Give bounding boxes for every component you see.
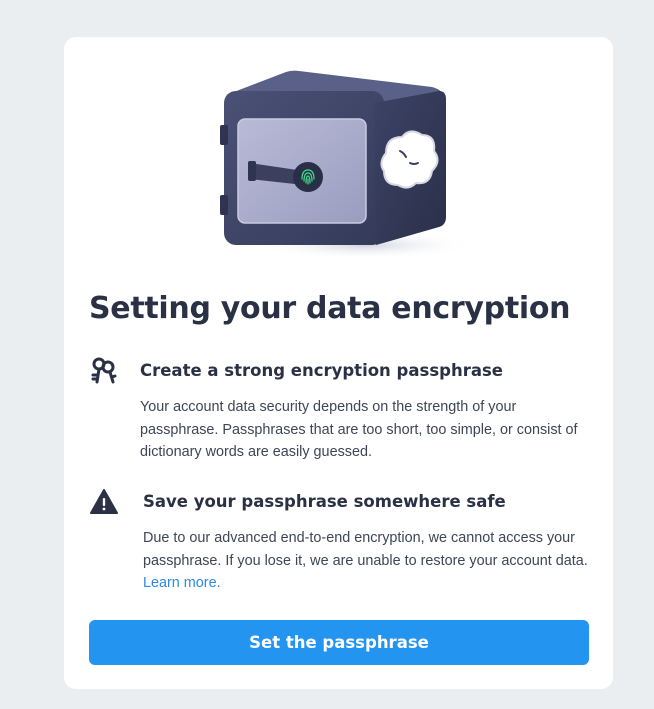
section-description: Your account data security depends on th… (140, 399, 578, 460)
set-passphrase-button[interactable]: Set the passphrase (89, 620, 589, 665)
section-heading: Create a strong encryption passphrase (140, 361, 503, 380)
section-description: Due to our advanced end-to-end encryptio… (143, 527, 593, 595)
safe-vault-illustration (220, 70, 474, 257)
description-text: Due to our advanced end-to-end encryptio… (143, 530, 588, 569)
section-heading: Save your passphrase somewhere safe (143, 492, 506, 511)
cloud-logo-icon (380, 130, 439, 189)
encryption-setup-card: Setting your data encryption Create a st… (64, 37, 613, 689)
learn-more-link[interactable]: Learn more. (143, 575, 221, 591)
page-title: Setting your data encryption (89, 291, 571, 326)
keys-icon (91, 357, 117, 384)
warning-triangle-icon (90, 489, 118, 514)
